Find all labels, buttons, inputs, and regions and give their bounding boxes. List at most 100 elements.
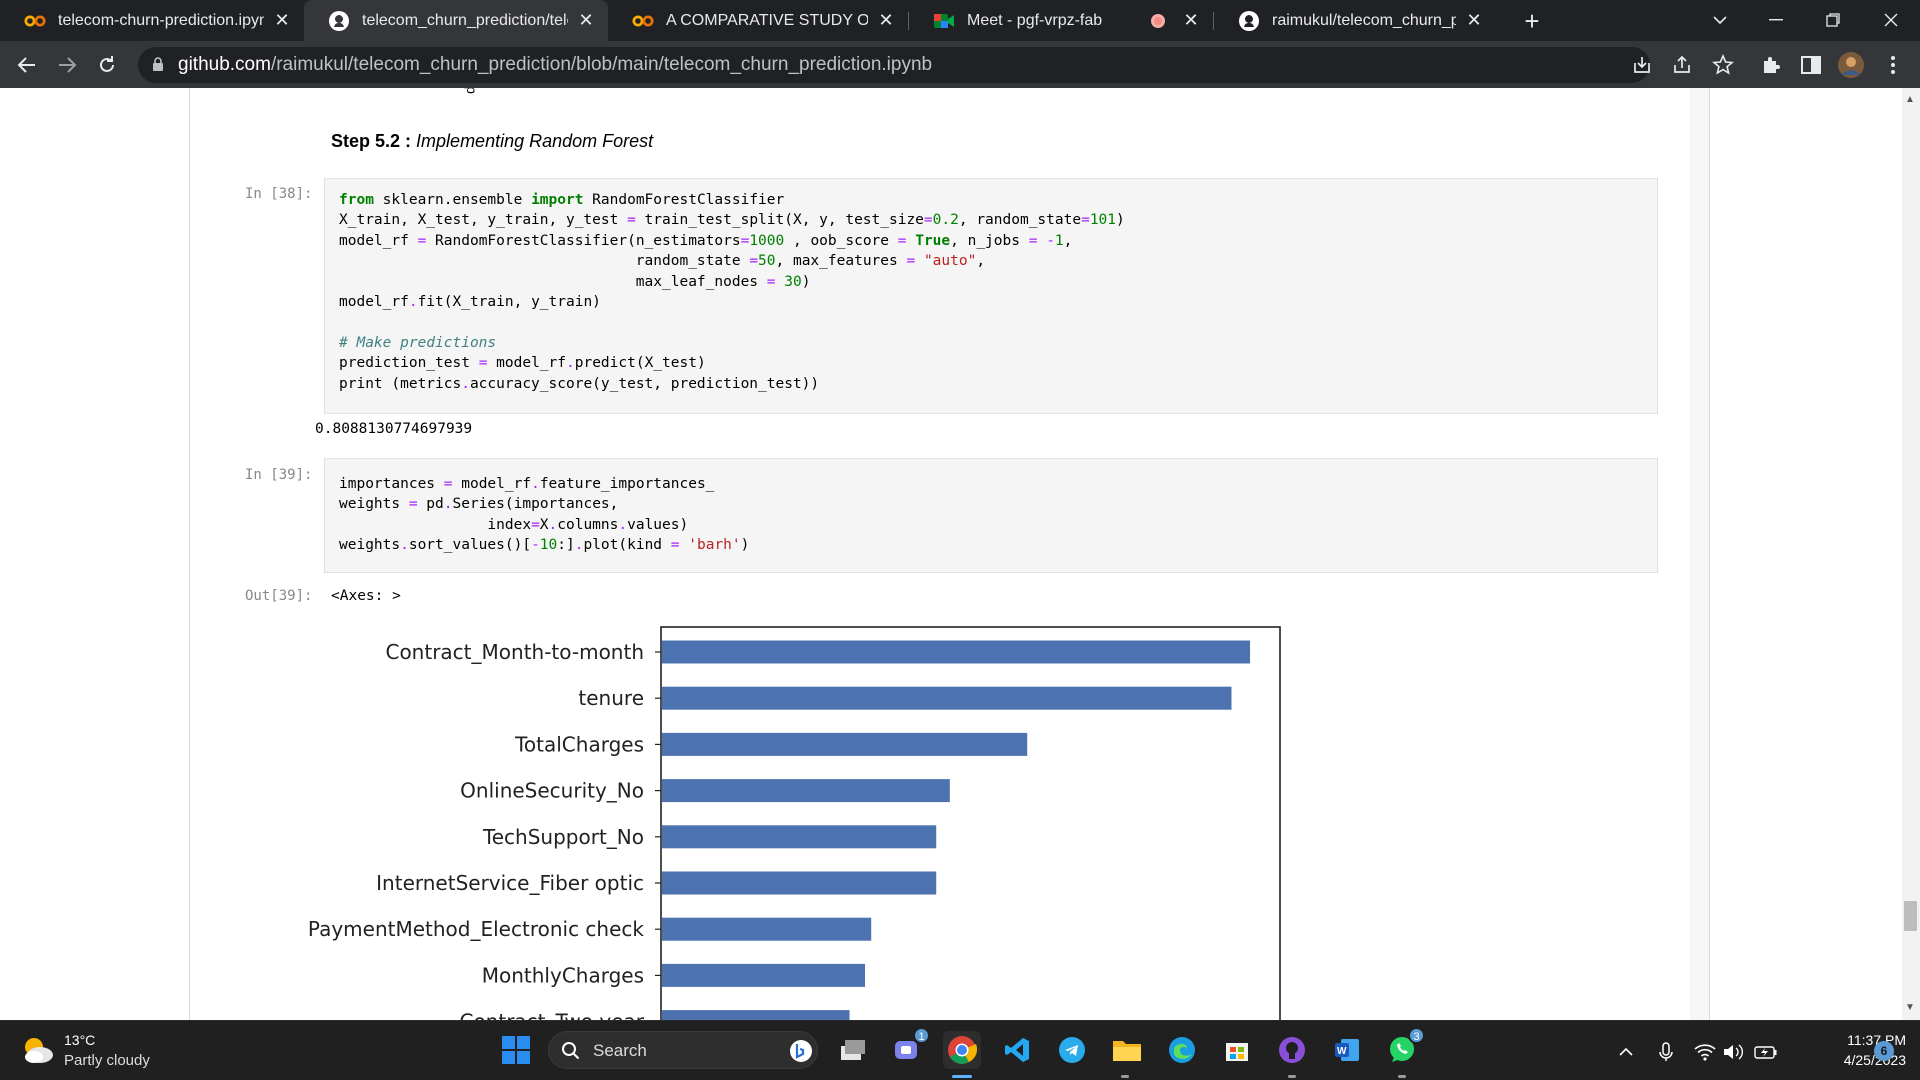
chart-category-label: Contract_Month-to-month bbox=[385, 640, 644, 664]
install-app-icon[interactable] bbox=[1632, 55, 1652, 80]
tab-search-chevron-icon[interactable] bbox=[1705, 5, 1735, 35]
container-border bbox=[1709, 88, 1710, 1020]
chart-bar bbox=[662, 1010, 850, 1020]
google-meet-icon bbox=[933, 10, 955, 32]
windows-taskbar: 13°C Partly cloudy Search 1 W 3 11:37 PM… bbox=[0, 1020, 1920, 1080]
browser-tab-bar: telecom-churn-prediction.ipynb ✕ telecom… bbox=[0, 0, 1920, 41]
battery-charging-icon[interactable] bbox=[1752, 1040, 1780, 1064]
show-hidden-icons-chevron-icon[interactable] bbox=[1614, 1040, 1638, 1064]
svg-text:W: W bbox=[1337, 1046, 1347, 1057]
chart-category-label: tenure bbox=[578, 686, 644, 710]
lock-icon[interactable] bbox=[152, 57, 164, 77]
chart-bar bbox=[662, 963, 866, 987]
close-tab-icon[interactable]: ✕ bbox=[270, 9, 294, 33]
recording-indicator-icon bbox=[1151, 13, 1165, 28]
close-tab-icon[interactable]: ✕ bbox=[1179, 9, 1203, 33]
browser-tab-google-meet[interactable]: Meet - pgf-vrpz-fab ✕ bbox=[909, 0, 1213, 41]
whatsapp-icon[interactable]: 3 bbox=[1383, 1027, 1425, 1069]
close-tab-icon[interactable]: ✕ bbox=[574, 9, 598, 33]
microphone-icon[interactable] bbox=[1654, 1040, 1678, 1064]
teams-chat-icon[interactable]: 1 bbox=[888, 1027, 930, 1069]
chart-category-label: MonthlyCharges bbox=[482, 963, 644, 987]
colab-icon bbox=[24, 10, 46, 32]
tab-title: Meet - pgf-vrpz-fab bbox=[967, 11, 1103, 29]
taskbar-search-box[interactable]: Search bbox=[548, 1031, 818, 1069]
wifi-icon[interactable] bbox=[1692, 1040, 1718, 1064]
tab-title: telecom-churn-prediction.ipynb bbox=[58, 11, 264, 29]
tab-title: telecom_churn_prediction/teleco bbox=[362, 11, 568, 29]
extensions-puzzle-icon[interactable] bbox=[1756, 50, 1786, 80]
profile-avatar[interactable] bbox=[1836, 50, 1866, 80]
notification-count-badge[interactable]: 6 bbox=[1874, 1041, 1894, 1061]
word-icon[interactable]: W bbox=[1328, 1031, 1366, 1069]
close-tab-icon[interactable]: ✕ bbox=[874, 9, 898, 33]
address-bar[interactable]: github.com/raimukul/telecom_churn_predic… bbox=[138, 47, 1734, 83]
open-app-indicator bbox=[1121, 1075, 1129, 1078]
scroll-down-arrow-icon[interactable]: ▼ bbox=[1905, 1002, 1915, 1013]
weather-partly-cloudy-icon[interactable] bbox=[20, 1033, 56, 1072]
edge-icon[interactable] bbox=[1163, 1031, 1201, 1069]
new-tab-button[interactable]: + bbox=[1517, 6, 1547, 36]
browser-toolbar: github.com/raimukul/telecom_churn_predic… bbox=[0, 41, 1920, 88]
chart-category-label: PaymentMethod_Electronic check bbox=[308, 917, 644, 941]
url-path: /raimukul/telecom_churn_prediction/blob/… bbox=[270, 54, 933, 75]
minimize-window-icon[interactable] bbox=[1761, 5, 1791, 35]
vertical-scrollbar[interactable] bbox=[1902, 88, 1920, 1020]
browser-tab-colab-study[interactable]: A COMPARATIVE STUDY OF MUL ✕ bbox=[608, 0, 908, 41]
search-icon bbox=[561, 1041, 581, 1066]
file-explorer-icon[interactable] bbox=[1108, 1031, 1146, 1069]
chart-category-label: InternetService_Fiber optic bbox=[376, 871, 644, 895]
page-gutter bbox=[1690, 88, 1710, 1020]
chart-category-label: OnlineSecurity_No bbox=[460, 779, 644, 803]
chart-bar bbox=[662, 779, 950, 803]
scrollbar-thumb[interactable] bbox=[1904, 901, 1917, 931]
url-domain: github.com bbox=[178, 54, 271, 75]
bing-icon bbox=[789, 1039, 813, 1068]
chart-category-label: Contract_Two year bbox=[459, 1010, 644, 1020]
forward-arrow-icon[interactable] bbox=[52, 50, 82, 80]
close-window-icon[interactable] bbox=[1876, 5, 1906, 35]
browser-tab-github-active[interactable]: telecom_churn_prediction/teleco ✕ bbox=[304, 0, 608, 41]
open-app-indicator bbox=[1288, 1075, 1296, 1078]
notebook-viewer: p Step 5.2 : Implementing Random Forest … bbox=[0, 88, 1920, 1020]
chrome-icon[interactable] bbox=[943, 1031, 981, 1069]
github-icon bbox=[328, 10, 350, 32]
windows-start-icon[interactable] bbox=[497, 1031, 535, 1069]
browser-tab-colab-notebook[interactable]: telecom-churn-prediction.ipynb ✕ bbox=[0, 0, 304, 41]
reload-icon[interactable] bbox=[92, 50, 122, 80]
chart-category-label: TechSupport_No bbox=[482, 825, 644, 849]
chart-category-label: TotalCharges bbox=[514, 732, 644, 756]
github-desktop-icon[interactable] bbox=[1273, 1031, 1311, 1069]
active-app-indicator bbox=[952, 1075, 972, 1078]
vscode-icon[interactable] bbox=[998, 1031, 1036, 1069]
close-tab-icon[interactable]: ✕ bbox=[1462, 9, 1486, 33]
bookmark-star-icon[interactable] bbox=[1712, 53, 1734, 81]
back-arrow-icon[interactable] bbox=[12, 50, 42, 80]
chart-bar bbox=[662, 825, 937, 849]
open-app-indicator bbox=[1398, 1075, 1406, 1078]
task-view-icon[interactable] bbox=[834, 1031, 872, 1069]
github-icon bbox=[1238, 10, 1260, 32]
chart-axes-frame bbox=[660, 626, 1281, 1020]
feature-importance-chart: Contract_Month-to-monthtenure TotalCharge… bbox=[308, 626, 1281, 1020]
browser-tab-github[interactable]: raimukul/telecom_churn_predicti ✕ bbox=[1214, 0, 1496, 41]
notification-badge: 3 bbox=[1408, 1027, 1425, 1044]
chart-bar bbox=[662, 732, 1028, 756]
chart-bar bbox=[662, 686, 1232, 710]
chart-bar bbox=[662, 640, 1251, 664]
microsoft-store-icon[interactable] bbox=[1218, 1031, 1256, 1069]
search-label: Search bbox=[593, 1041, 647, 1060]
tab-title: raimukul/telecom_churn_predicti bbox=[1272, 11, 1456, 29]
restore-window-icon[interactable] bbox=[1818, 5, 1848, 35]
speaker-volume-icon[interactable] bbox=[1720, 1040, 1746, 1064]
share-icon[interactable] bbox=[1672, 55, 1692, 80]
scroll-up-arrow-icon[interactable]: ▲ bbox=[1905, 94, 1915, 105]
colab-icon bbox=[632, 10, 654, 32]
chart-bar bbox=[662, 917, 872, 941]
telegram-icon[interactable] bbox=[1053, 1031, 1091, 1069]
weather-temperature: 13°C bbox=[64, 1032, 96, 1048]
url-text: github.com/raimukul/telecom_churn_predic… bbox=[178, 54, 932, 76]
weather-description: Partly cloudy bbox=[64, 1052, 150, 1069]
browser-menu-icon[interactable] bbox=[1878, 50, 1908, 80]
side-panel-icon[interactable] bbox=[1796, 50, 1826, 80]
